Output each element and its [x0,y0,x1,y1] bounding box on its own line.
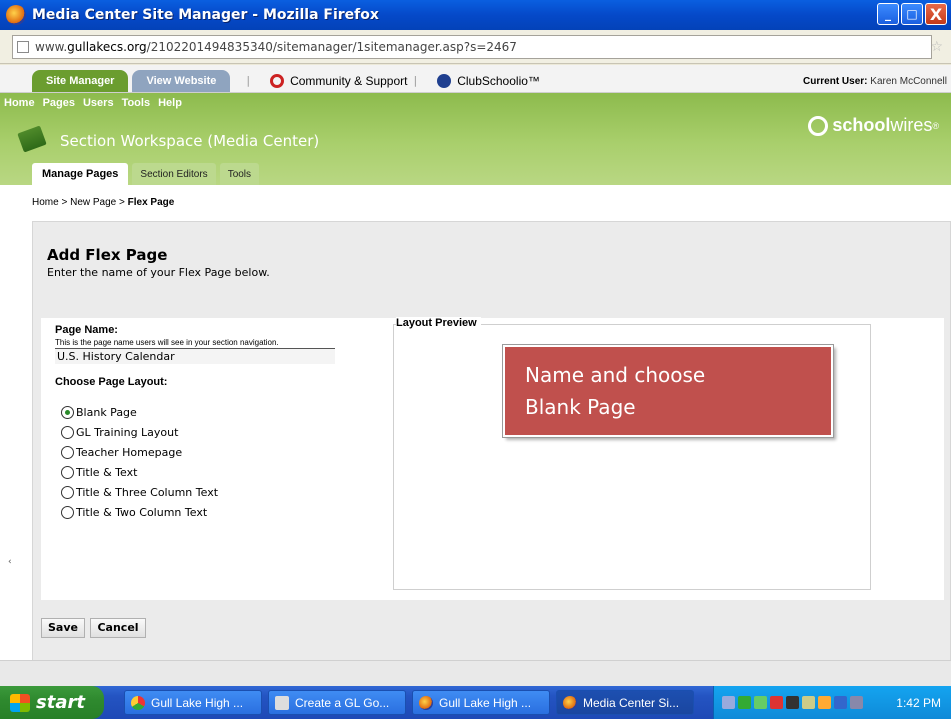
taskbar-item[interactable]: Create a GL Go... [268,690,406,715]
separator: | [246,74,251,87]
flex-page-panel: Add Flex Page Enter the name of your Fle… [32,221,951,665]
workspace-header: Home Pages Users Tools Help Section Work… [0,93,951,185]
workspace-title: Section Workspace (Media Center) [60,132,320,150]
sync-icon[interactable] [850,696,863,709]
radio-button[interactable] [61,425,74,439]
separator: | [413,74,418,87]
page-name-help: This is the page name users will see in … [55,338,279,347]
address-bar: www.gullakecs.org/2102201494835340/sitem… [0,30,951,64]
clubschoolio-link[interactable]: ClubSchoolio™ [437,70,540,92]
url-text: www.gullakecs.org/2102201494835340/sitem… [35,39,517,54]
menu-users[interactable]: Users [83,97,114,109]
tab-section-editors[interactable]: Section Editors [132,163,216,185]
antivirus-icon[interactable] [738,696,751,709]
layout-option-gl-training[interactable]: GL Training Layout [61,422,218,442]
firefox-icon [6,5,26,25]
bookmark-star-icon[interactable]: ☆ [930,39,943,55]
url-input[interactable]: www.gullakecs.org/2102201494835340/sitem… [12,34,932,59]
windows-taskbar: start Gull Lake High ... Create a GL Go.… [0,686,951,719]
page-subtitle: Enter the name of your Flex Page below. [47,266,270,279]
layout-label: Choose Page Layout: [55,376,168,388]
start-button[interactable]: start [0,686,104,719]
current-user: Current User: Karen McConnell [803,76,947,87]
media-icon[interactable] [786,696,799,709]
radio-button[interactable] [61,445,74,459]
tab-tools[interactable]: Tools [219,163,260,185]
schoolwires-logo: school wires ® [808,115,939,136]
tray-icons [722,696,863,709]
alert-icon[interactable] [770,696,783,709]
menu-tools[interactable]: Tools [122,97,151,109]
cancel-button[interactable]: Cancel [90,618,146,638]
minimize-button[interactable]: _ [877,3,899,25]
layout-option-teacher-homepage[interactable]: Teacher Homepage [61,442,218,462]
chrome-icon [131,695,145,710]
layout-preview-label: Layout Preview [396,317,481,329]
tab-manage-pages[interactable]: Manage Pages [32,163,129,185]
lifebuoy-icon [270,74,285,88]
site-manager-tab[interactable]: Site Manager [32,70,129,92]
radio-button[interactable] [61,405,74,419]
breadcrumb: Home > New Page > Flex Page [32,197,175,208]
layout-option-title-two-column[interactable]: Title & Two Column Text [61,502,218,522]
window-title: Media Center Site Manager - Mozilla Fire… [32,7,379,23]
logo-circle-icon [808,115,829,136]
security-icon[interactable] [754,696,767,709]
form-buttons: Save Cancel [41,618,148,638]
layout-option-title-three-column[interactable]: Title & Three Column Text [61,482,218,502]
workspace-book-icon [17,125,47,153]
layout-option-blank-page[interactable]: Blank Page [61,402,218,422]
taskbar-item-active[interactable]: Media Center Si... [556,690,694,715]
status-area [0,660,951,686]
update-icon[interactable] [818,696,831,709]
menu-pages[interactable]: Pages [43,97,75,109]
radio-button[interactable] [61,485,74,499]
network-icon[interactable] [722,696,735,709]
breadcrumb-current: Flex Page [127,197,175,208]
maximize-button[interactable]: □ [901,3,923,25]
firefox-icon [419,695,433,710]
view-website-tab[interactable]: View Website [132,70,231,92]
page-name-label: Page Name: [55,324,118,336]
community-support-link[interactable]: Community & Support [270,70,407,92]
layout-radio-group: Blank Page GL Training Layout Teacher Ho… [61,402,218,522]
volume-icon[interactable] [802,696,815,709]
window-controls: _ □ X [877,3,947,25]
page-name-input[interactable] [55,348,335,364]
firefox-icon [563,695,577,710]
system-tray: 1:42 PM [713,686,951,719]
document-icon [275,695,289,710]
taskbar-item[interactable]: Gull Lake High ... [124,690,262,715]
clock: 1:42 PM [896,695,941,710]
close-button[interactable]: X [925,3,947,25]
bluetooth-icon[interactable] [834,696,847,709]
breadcrumb-new-page[interactable]: New Page [70,197,116,208]
collapse-arrow-icon[interactable]: ‹ [8,557,12,567]
window-titlebar[interactable]: Media Center Site Manager - Mozilla Fire… [0,0,951,30]
callout-annotation: Name and choose Blank Page [503,345,833,437]
windows-flag-icon [10,693,30,712]
workspace-tabs: Manage Pages Section Editors Tools [32,163,260,185]
main-menu: Home Pages Users Tools Help [4,97,182,109]
sw-topbar: Site Manager View Website | Community & … [0,65,951,93]
taskbar-item[interactable]: Gull Lake High ... [412,690,550,715]
save-button[interactable]: Save [41,618,85,638]
clubschoolio-icon [437,74,452,88]
page-title: Add Flex Page [47,246,168,264]
radio-button[interactable] [61,505,74,519]
radio-button[interactable] [61,465,74,479]
layout-option-title-text[interactable]: Title & Text [61,462,218,482]
breadcrumb-home[interactable]: Home [32,197,59,208]
menu-help[interactable]: Help [158,97,182,109]
page-icon [17,40,29,53]
menu-home[interactable]: Home [4,97,35,109]
